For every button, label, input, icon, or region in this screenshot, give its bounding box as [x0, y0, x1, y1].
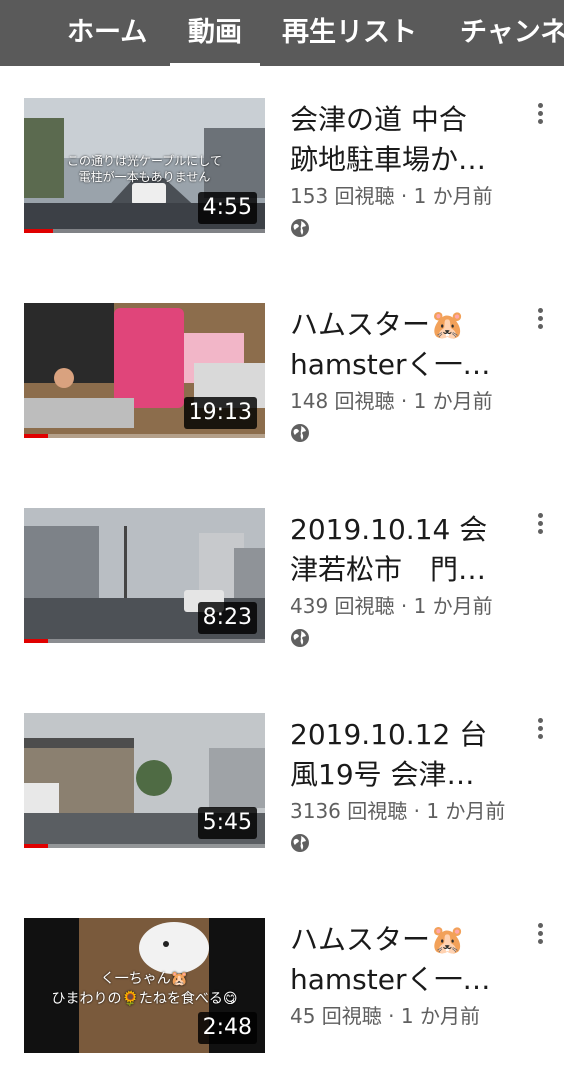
thumbnail-caption: 電柱が一本もありません	[78, 170, 211, 184]
video-title[interactable]: 2019.10.14 会 津若松市 門…	[290, 510, 520, 590]
video-title[interactable]: 会津の道 中合 跡地駐車場か…	[290, 100, 520, 180]
video-title[interactable]: 2019.10.12 台 風19号 会津…	[290, 715, 520, 795]
tab-channels[interactable]: チャンネ	[460, 0, 564, 66]
watch-progress-bar	[24, 434, 49, 438]
progress-track	[24, 229, 265, 233]
duration-badge: 8:23	[197, 602, 257, 634]
globe-icon	[291, 834, 309, 852]
globe-icon	[291, 424, 309, 442]
video-thumbnail[interactable]: この通りは光ケーブルにして 電柱が一本もありません 4:55	[24, 98, 265, 233]
video-thumbnail[interactable]: 5:45	[24, 713, 265, 848]
duration-badge: 5:45	[197, 807, 257, 839]
watch-progress-bar	[24, 844, 49, 848]
duration-badge: 4:55	[197, 192, 257, 224]
video-meta: 45 回視聴 · 1 か月前	[290, 1004, 480, 1028]
video-thumbnail[interactable]: く一ちゃん🐹 ひまわりの🌻たねを食べる😋 2:48	[24, 918, 265, 1053]
channel-tab-bar: ホーム 動画 再生リスト チャンネ	[0, 0, 564, 66]
more-vert-icon[interactable]	[531, 716, 549, 740]
video-meta: 439 回視聴 · 1 か月前	[290, 594, 493, 618]
globe-icon	[291, 219, 309, 237]
thumbnail-caption: く一ちゃん🐹	[100, 971, 189, 987]
video-item[interactable]: この通りは光ケーブルにして 電柱が一本もありません 4:55 会津の道 中合 跡…	[0, 66, 564, 271]
video-thumbnail[interactable]: 8:23	[24, 508, 265, 643]
video-title[interactable]: ハムスター🐹 hamsterく一…	[290, 305, 520, 385]
video-meta: 148 回視聴 · 1 か月前	[290, 389, 493, 413]
duration-badge: 19:13	[183, 397, 257, 429]
more-vert-icon[interactable]	[531, 921, 549, 945]
duration-badge: 2:48	[197, 1012, 257, 1044]
progress-track	[24, 639, 265, 643]
video-thumbnail[interactable]: 19:13	[24, 303, 265, 438]
thumbnail-caption: ひまわりの🌻たねを食べる😋	[51, 991, 238, 1007]
watch-progress-bar	[24, 639, 49, 643]
more-vert-icon[interactable]	[531, 511, 549, 535]
video-meta: 153 回視聴 · 1 か月前	[290, 184, 493, 208]
video-title[interactable]: ハムスター🐹 hamsterく一…	[290, 920, 520, 1000]
progress-track	[24, 844, 265, 848]
video-item[interactable]: く一ちゃん🐹 ひまわりの🌻たねを食べる😋 2:48 ハムスター🐹 hamster…	[0, 886, 564, 1091]
more-vert-icon[interactable]	[531, 101, 549, 125]
tab-videos[interactable]: 動画	[170, 0, 260, 66]
more-vert-icon[interactable]	[531, 306, 549, 330]
progress-track	[24, 434, 265, 438]
video-meta: 3136 回視聴 · 1 か月前	[290, 799, 506, 823]
video-item[interactable]: 19:13 ハムスター🐹 hamsterく一… 148 回視聴 · 1 か月前	[0, 271, 564, 476]
tab-playlists[interactable]: 再生リスト	[282, 0, 417, 66]
thumbnail-caption: この通りは光ケーブルにして	[67, 154, 222, 168]
globe-icon	[291, 629, 309, 647]
tab-home[interactable]: ホーム	[67, 0, 147, 66]
video-item[interactable]: 5:45 2019.10.12 台 風19号 会津… 3136 回視聴 · 1 …	[0, 681, 564, 886]
watch-progress-bar	[24, 229, 53, 233]
video-item[interactable]: 8:23 2019.10.14 会 津若松市 門… 439 回視聴 · 1 か月…	[0, 476, 564, 681]
